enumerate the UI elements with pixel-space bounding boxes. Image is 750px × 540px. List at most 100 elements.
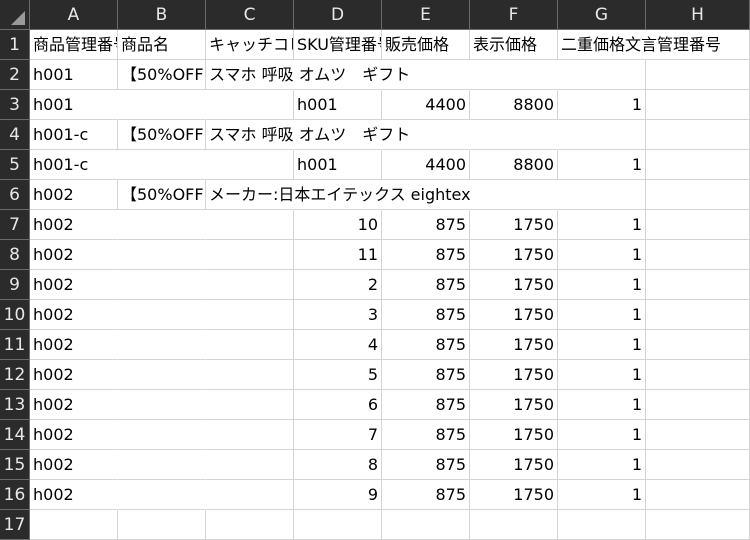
cell-g12[interactable]: 1 [558,360,646,390]
cell-c10[interactable] [206,300,294,330]
cell-a10[interactable]: h002 [30,300,118,330]
cell-f14[interactable]: 1750 [470,420,558,450]
cell-d1[interactable]: SKU管理番号 [294,30,382,60]
cell-e5[interactable]: 4400 [382,150,470,180]
row-header-14[interactable]: 14 [0,420,30,450]
cell-a4[interactable]: h001-c [30,120,118,150]
cell-e9[interactable]: 875 [382,270,470,300]
cell-c5[interactable] [206,150,294,180]
cell-f8[interactable]: 1750 [470,240,558,270]
cell-d14[interactable]: 7 [294,420,382,450]
cell-b6[interactable]: 【50%OFF [118,180,206,210]
cell-a5[interactable]: h001-c [30,150,118,180]
cell-d13[interactable]: 6 [294,390,382,420]
cell-c7[interactable] [206,210,294,240]
cell-f3[interactable]: 8800 [470,90,558,120]
row-header-8[interactable]: 8 [0,240,30,270]
row-header-4[interactable]: 4 [0,120,30,150]
cell-a2[interactable]: h001 [30,60,118,90]
cell-d7[interactable]: 10 [294,210,382,240]
cell-g7[interactable]: 1 [558,210,646,240]
cell-h13[interactable] [646,390,750,420]
cell-a17[interactable] [30,510,118,540]
cell-d9[interactable]: 2 [294,270,382,300]
cell-h16[interactable] [646,480,750,510]
cell-g8[interactable]: 1 [558,240,646,270]
column-header-e[interactable]: E [382,0,470,30]
cell-b13[interactable] [118,390,206,420]
cell-a7[interactable]: h002 [30,210,118,240]
cell-b4[interactable]: 【50%OFF [118,120,206,150]
spreadsheet-grid[interactable]: ABCDEFGH1商品管理番号商品名キャッチコピーSKU管理番号販売価格表示価格… [0,0,750,540]
cell-e10[interactable]: 875 [382,300,470,330]
cell-g10[interactable]: 1 [558,300,646,330]
cell-b5[interactable] [118,150,206,180]
row-header-15[interactable]: 15 [0,450,30,480]
column-header-h[interactable]: H [646,0,750,30]
cell-f4[interactable] [470,120,558,150]
cell-f6[interactable] [470,180,558,210]
cell-e11[interactable]: 875 [382,330,470,360]
cell-c3[interactable] [206,90,294,120]
column-header-g[interactable]: G [558,0,646,30]
cell-c8[interactable] [206,240,294,270]
cell-f12[interactable]: 1750 [470,360,558,390]
cell-b12[interactable] [118,360,206,390]
row-header-2[interactable]: 2 [0,60,30,90]
cell-c1[interactable]: キャッチコピー [206,30,294,60]
cell-h2[interactable] [646,60,750,90]
cell-h11[interactable] [646,330,750,360]
cell-b16[interactable] [118,480,206,510]
cell-g4[interactable] [558,120,646,150]
cell-b3[interactable] [118,90,206,120]
row-header-12[interactable]: 12 [0,360,30,390]
cell-f15[interactable]: 1750 [470,450,558,480]
cell-e8[interactable]: 875 [382,240,470,270]
row-header-6[interactable]: 6 [0,180,30,210]
cell-h4[interactable] [646,120,750,150]
cell-f16[interactable]: 1750 [470,480,558,510]
cell-g9[interactable]: 1 [558,270,646,300]
cell-a12[interactable]: h002 [30,360,118,390]
cell-g15[interactable]: 1 [558,450,646,480]
select-all-button[interactable] [0,0,30,30]
cell-d16[interactable]: 9 [294,480,382,510]
column-header-a[interactable]: A [30,0,118,30]
cell-b9[interactable] [118,270,206,300]
cell-b15[interactable] [118,450,206,480]
cell-g11[interactable]: 1 [558,330,646,360]
column-header-b[interactable]: B [118,0,206,30]
row-header-5[interactable]: 5 [0,150,30,180]
cell-f13[interactable]: 1750 [470,390,558,420]
row-header-17[interactable]: 17 [0,510,30,540]
cell-h14[interactable] [646,420,750,450]
cell-b17[interactable] [118,510,206,540]
row-header-10[interactable]: 10 [0,300,30,330]
cell-a16[interactable]: h002 [30,480,118,510]
cell-h10[interactable] [646,300,750,330]
cell-c11[interactable] [206,330,294,360]
cell-g6[interactable] [558,180,646,210]
cell-c2[interactable]: スマホ 呼吸 オムツ ギフト [206,60,410,90]
cell-a3[interactable]: h001 [30,90,118,120]
cell-c12[interactable] [206,360,294,390]
cell-c16[interactable] [206,480,294,510]
cell-f9[interactable]: 1750 [470,270,558,300]
cell-d10[interactable]: 3 [294,300,382,330]
cell-e16[interactable]: 875 [382,480,470,510]
row-header-3[interactable]: 3 [0,90,30,120]
cell-b7[interactable] [118,210,206,240]
cell-h5[interactable] [646,150,750,180]
cell-a8[interactable]: h002 [30,240,118,270]
cell-g1[interactable]: 二重価格文言管理番号 [558,30,721,60]
cell-d8[interactable]: 11 [294,240,382,270]
row-header-13[interactable]: 13 [0,390,30,420]
cell-h7[interactable] [646,210,750,240]
cell-g13[interactable]: 1 [558,390,646,420]
cell-b2[interactable]: 【50%OFF [118,60,206,90]
cell-f11[interactable]: 1750 [470,330,558,360]
cell-h3[interactable] [646,90,750,120]
cell-g14[interactable]: 1 [558,420,646,450]
cell-a6[interactable]: h002 [30,180,118,210]
row-header-16[interactable]: 16 [0,480,30,510]
